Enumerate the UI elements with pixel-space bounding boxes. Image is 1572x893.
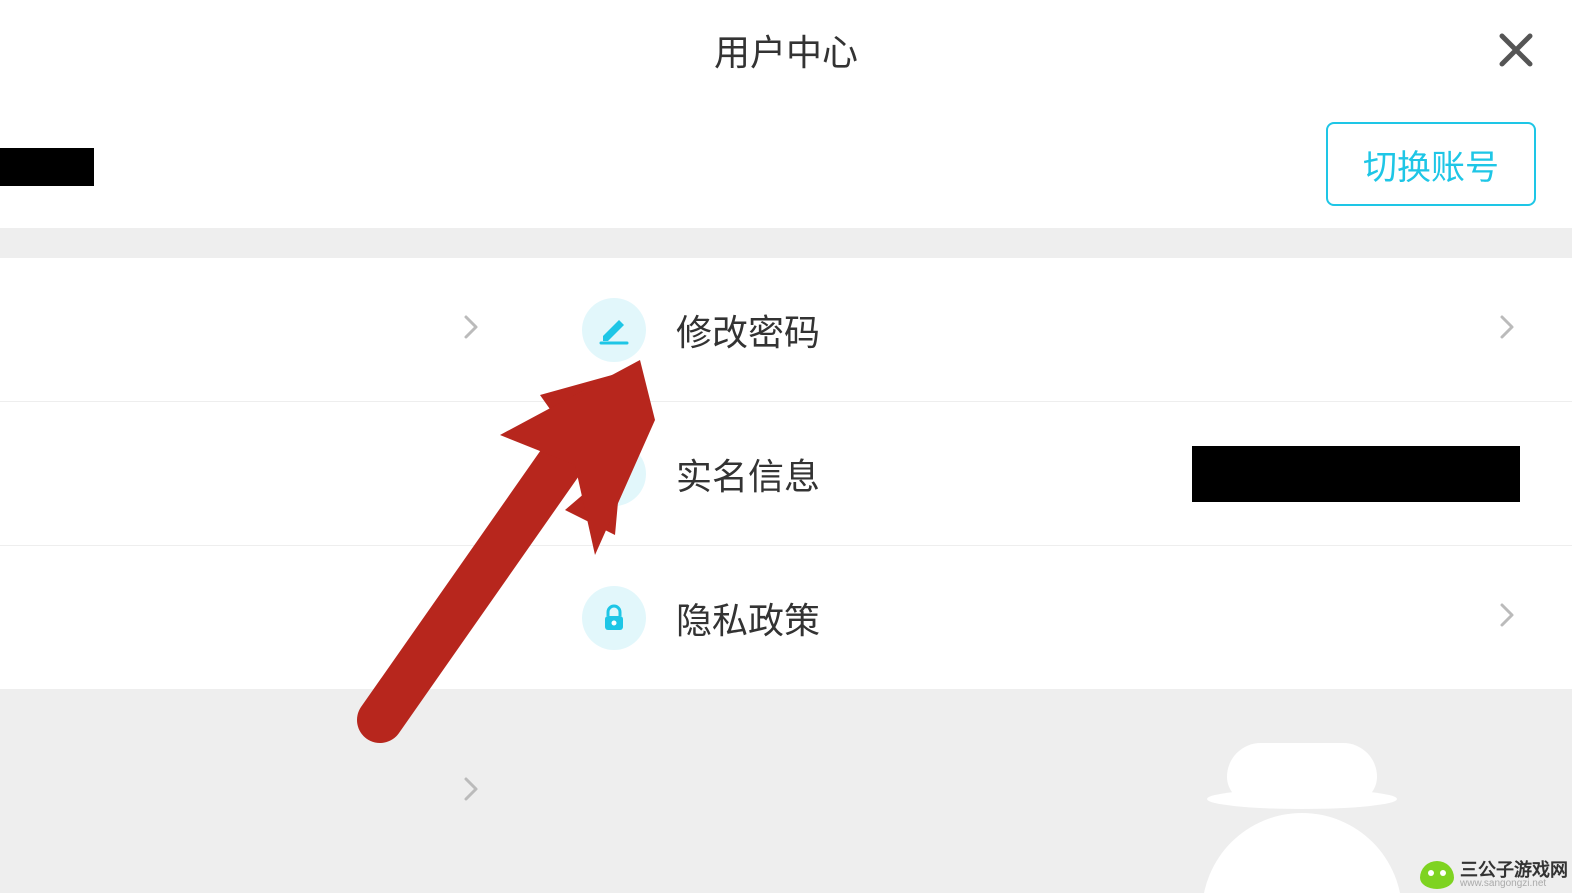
main-columns: 修改密码 实名信息 隐私政策 xyxy=(0,258,1572,893)
left-row-4[interactable] xyxy=(0,690,536,893)
watermark-text: 三公子游戏网 xyxy=(1460,861,1568,879)
watermark-logo-icon xyxy=(1420,861,1454,889)
id-card-icon xyxy=(582,442,646,506)
header: 用户中心 xyxy=(0,0,1572,100)
avatar-silhouette-icon xyxy=(1202,733,1402,893)
left-column xyxy=(0,258,536,893)
close-icon xyxy=(1496,57,1536,74)
menu-label: 修改密码 xyxy=(676,304,1494,356)
watermark-url: www.sangongzi.net xyxy=(1460,879,1568,889)
page-title: 用户中心 xyxy=(714,24,858,76)
chevron-right-icon xyxy=(458,776,484,807)
menu-label: 实名信息 xyxy=(676,448,1192,500)
menu-label: 隐私政策 xyxy=(676,592,1494,644)
left-row-3[interactable] xyxy=(0,546,536,690)
section-separator xyxy=(0,228,1572,258)
lock-icon xyxy=(582,586,646,650)
chevron-right-icon xyxy=(458,314,484,345)
watermark: 三公子游戏网 www.sangongzi.net xyxy=(1420,861,1568,889)
switch-account-button[interactable]: 切换账号 xyxy=(1326,122,1536,206)
menu-item-real-name[interactable]: 实名信息 xyxy=(536,402,1572,546)
account-bar: 切换账号 xyxy=(0,100,1572,228)
edit-icon xyxy=(582,298,646,362)
left-row-1[interactable] xyxy=(0,258,536,402)
chevron-right-icon xyxy=(1494,314,1520,345)
switch-account-label: 切换账号 xyxy=(1363,140,1499,189)
menu-item-change-password[interactable]: 修改密码 xyxy=(536,258,1572,402)
redacted-real-name-value xyxy=(1192,446,1520,502)
right-column: 修改密码 实名信息 隐私政策 xyxy=(536,258,1572,893)
menu-item-privacy-policy[interactable]: 隐私政策 xyxy=(536,546,1572,690)
menu-item-blank xyxy=(536,690,1572,893)
left-row-2[interactable] xyxy=(0,402,536,546)
chevron-right-icon xyxy=(1494,602,1520,633)
redacted-username xyxy=(0,148,94,186)
close-button[interactable] xyxy=(1496,30,1536,75)
chevron-right-icon xyxy=(458,602,484,633)
